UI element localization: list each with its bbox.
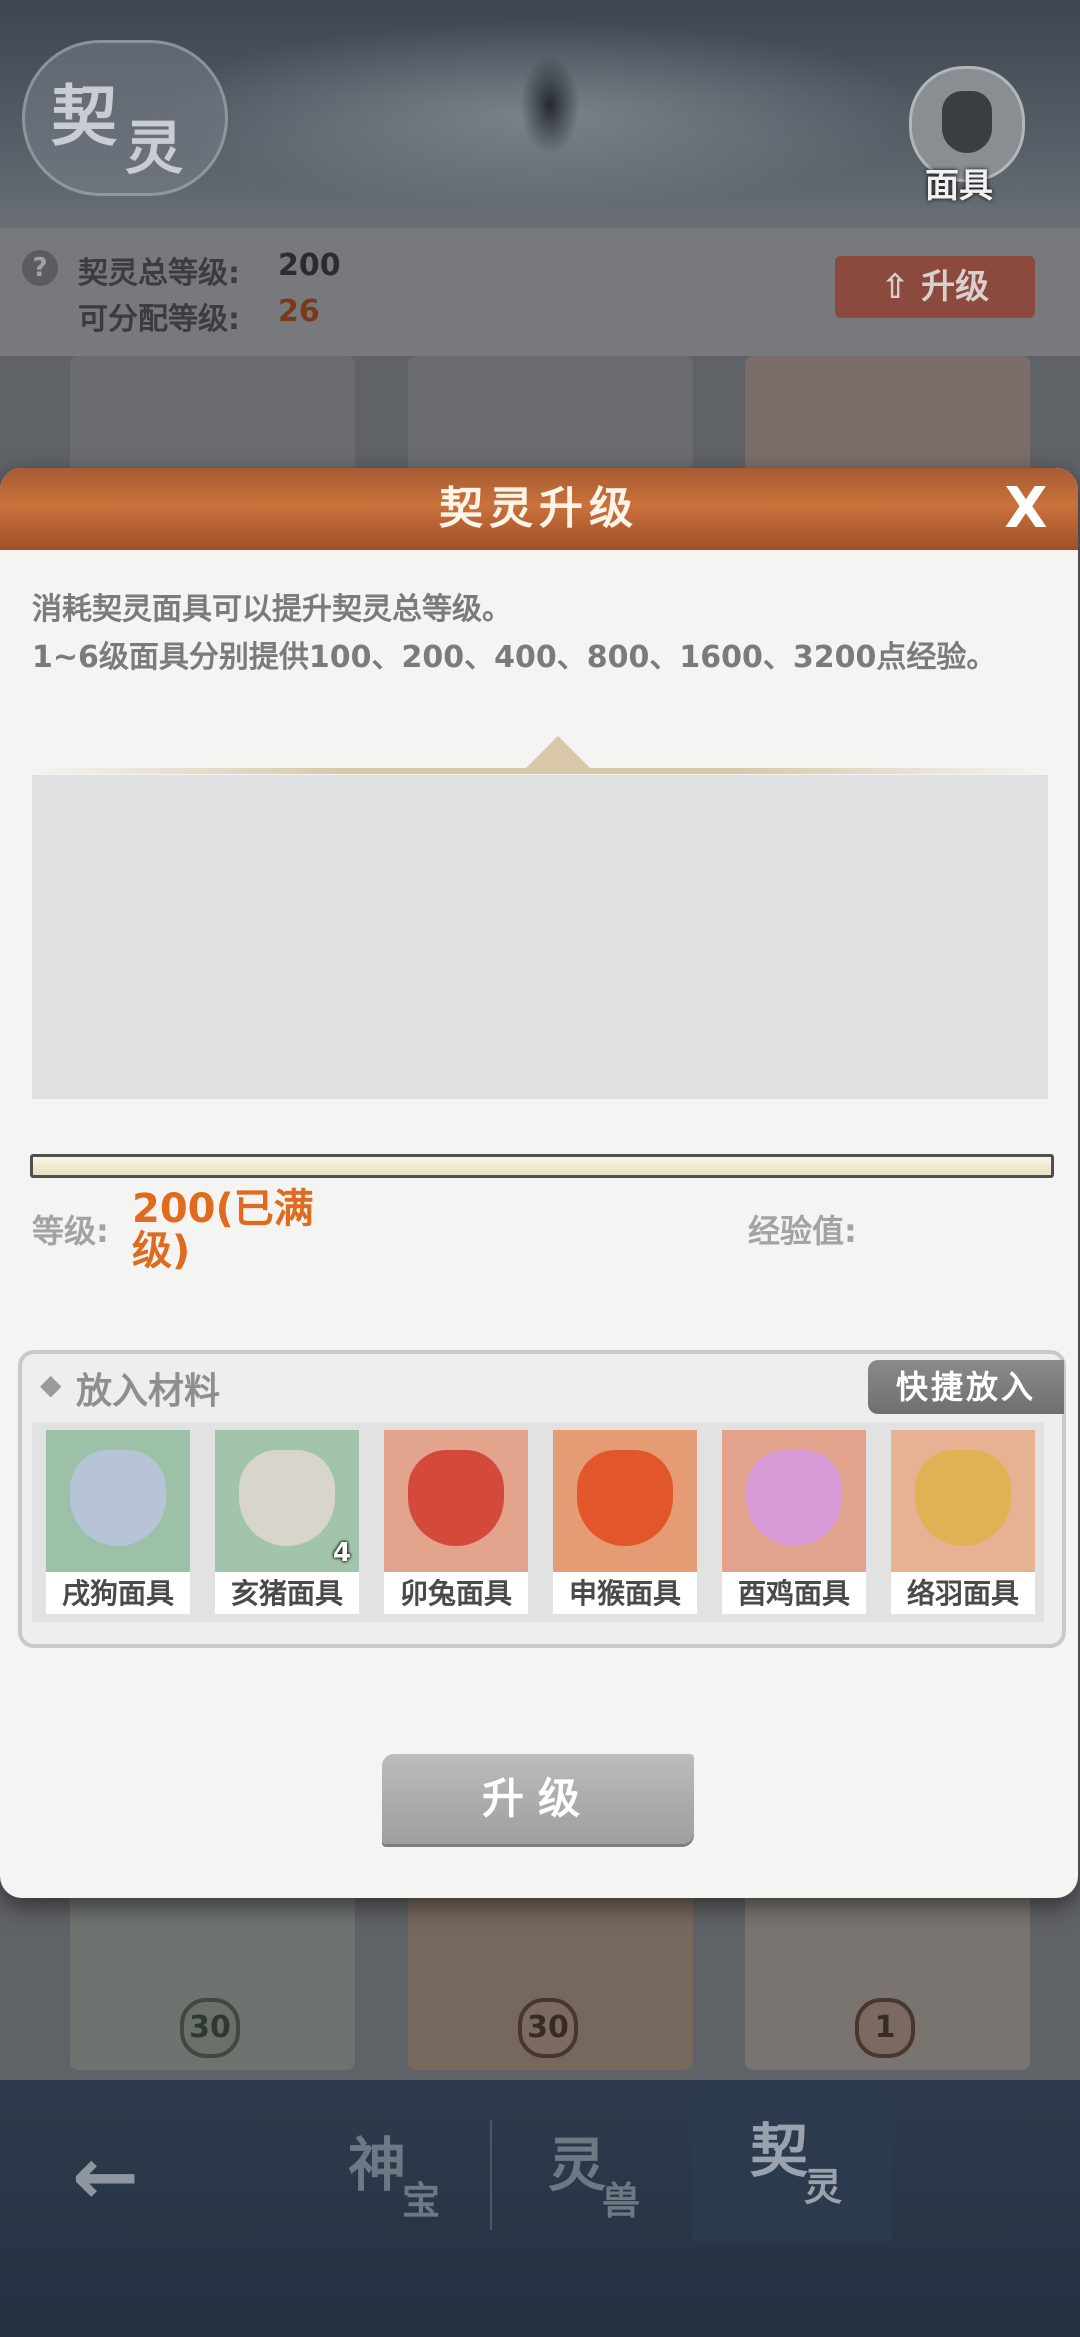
close-icon[interactable]: X bbox=[996, 476, 1056, 542]
material-item[interactable]: 申猴面具 bbox=[553, 1430, 697, 1614]
ornament-icon bbox=[524, 736, 592, 770]
material-name: 戌狗面具 bbox=[61, 1577, 174, 1610]
materials-list: 戌狗面具 4 亥猪面具 卯兔面具 申猴面具 酉鸡面具 络羽面具 bbox=[32, 1422, 1044, 1622]
mask-button[interactable]: 面具 bbox=[905, 66, 1025, 206]
monkey-mask-icon bbox=[577, 1450, 673, 1546]
feather-mask-icon bbox=[915, 1450, 1011, 1546]
character-card[interactable]: 1 bbox=[745, 1880, 1030, 2070]
logo-char-1: 契 bbox=[51, 77, 117, 155]
upgrade-dialog: 契灵升级 X 消耗契灵面具可以提升契灵总等级。 1~6级面具分别提供100、20… bbox=[0, 468, 1078, 1898]
material-name: 亥猪面具 bbox=[230, 1577, 343, 1610]
logo-char-2: 灵 bbox=[125, 114, 184, 182]
arrow-up-icon: ⇧ bbox=[880, 267, 922, 307]
dialog-title: 契灵升级 bbox=[439, 483, 639, 534]
tab-label-main: 灵 bbox=[548, 2131, 607, 2199]
card-level-badge: 30 bbox=[518, 1998, 578, 2058]
tab-label-sub: 宝 bbox=[402, 2178, 441, 2223]
qiling-logo: 契 灵 bbox=[22, 40, 228, 196]
level-value: 200(已满级) bbox=[132, 1186, 314, 1274]
tab-label-sub: 灵 bbox=[804, 2164, 843, 2209]
tab-shenbao[interactable]: 神 宝 bbox=[290, 2100, 490, 2240]
material-image bbox=[384, 1430, 528, 1572]
materials-panel: ◆ 放入材料 快捷放入 戌狗面具 4 亥猪面具 卯兔面具 申猴面具 酉鸡面具 络… bbox=[18, 1350, 1066, 1648]
total-level-value: 200 bbox=[278, 248, 341, 283]
diamond-icon: ◆ bbox=[40, 1368, 62, 1401]
header-figure bbox=[520, 55, 580, 155]
tab-label-main: 神 bbox=[348, 2131, 407, 2199]
quick-add-button[interactable]: 快捷放入 bbox=[868, 1360, 1064, 1414]
material-item[interactable]: 卯兔面具 bbox=[384, 1430, 528, 1614]
material-name: 酉鸡面具 bbox=[737, 1577, 850, 1610]
tab-label-sub: 兽 bbox=[602, 2178, 641, 2223]
back-arrow-icon[interactable]: ← bbox=[72, 2130, 139, 2223]
material-image bbox=[722, 1430, 866, 1572]
tab-lingshou[interactable]: 灵 兽 bbox=[490, 2100, 690, 2240]
material-item[interactable]: 戌狗面具 bbox=[46, 1430, 190, 1614]
material-image: 4 bbox=[215, 1430, 359, 1572]
character-card[interactable]: 30 bbox=[408, 1880, 693, 2070]
card-level-badge: 1 bbox=[855, 1998, 915, 2058]
materials-header: 放入材料 bbox=[76, 1371, 221, 1412]
mask-button-label: 面具 bbox=[925, 166, 993, 206]
material-image bbox=[46, 1430, 190, 1572]
allocatable-level-label: 可分配等级: bbox=[78, 302, 240, 337]
material-name: 申猴面具 bbox=[568, 1577, 681, 1610]
header-upgrade-button[interactable]: ⇧ 升级 bbox=[835, 256, 1035, 318]
dog-mask-icon bbox=[70, 1450, 166, 1546]
material-name: 卯兔面具 bbox=[399, 1577, 512, 1610]
header-upgrade-label: 升级 bbox=[921, 267, 990, 307]
material-item[interactable]: 4 亥猪面具 bbox=[215, 1430, 359, 1614]
character-card[interactable] bbox=[408, 356, 693, 476]
card-level-badge: 30 bbox=[180, 1998, 240, 2058]
character-card[interactable]: 30 bbox=[70, 1880, 355, 2070]
tab-qiling[interactable]: 契 灵 bbox=[692, 2086, 892, 2241]
preview-area bbox=[32, 775, 1048, 1099]
material-item[interactable]: 络羽面具 bbox=[891, 1430, 1035, 1614]
rooster-mask-icon bbox=[746, 1450, 842, 1546]
description-line-1: 消耗契灵面具可以提升契灵总等级。 bbox=[32, 592, 512, 627]
upgrade-button[interactable]: 升级 bbox=[382, 1754, 694, 1844]
description-line-2: 1~6级面具分别提供100、200、400、800、1600、3200点经验。 bbox=[32, 640, 997, 675]
exp-label: 经验值: bbox=[748, 1212, 857, 1250]
material-image bbox=[891, 1430, 1035, 1572]
character-card[interactable] bbox=[745, 356, 1030, 476]
material-count: 4 bbox=[332, 1538, 351, 1568]
allocatable-level-value: 26 bbox=[278, 294, 320, 329]
level-label: 等级: bbox=[32, 1212, 109, 1250]
character-card[interactable] bbox=[70, 356, 355, 476]
material-item[interactable]: 酉鸡面具 bbox=[722, 1430, 866, 1614]
divider bbox=[30, 768, 1048, 774]
exp-progress-bar bbox=[30, 1154, 1054, 1178]
rabbit-mask-icon bbox=[408, 1450, 504, 1546]
total-level-label: 契灵总等级: bbox=[78, 256, 240, 291]
material-image bbox=[553, 1430, 697, 1572]
material-name: 络羽面具 bbox=[906, 1577, 1019, 1610]
help-icon[interactable]: ? bbox=[22, 250, 58, 286]
pig-mask-icon bbox=[239, 1450, 335, 1546]
tab-label-main: 契 bbox=[750, 2117, 809, 2185]
